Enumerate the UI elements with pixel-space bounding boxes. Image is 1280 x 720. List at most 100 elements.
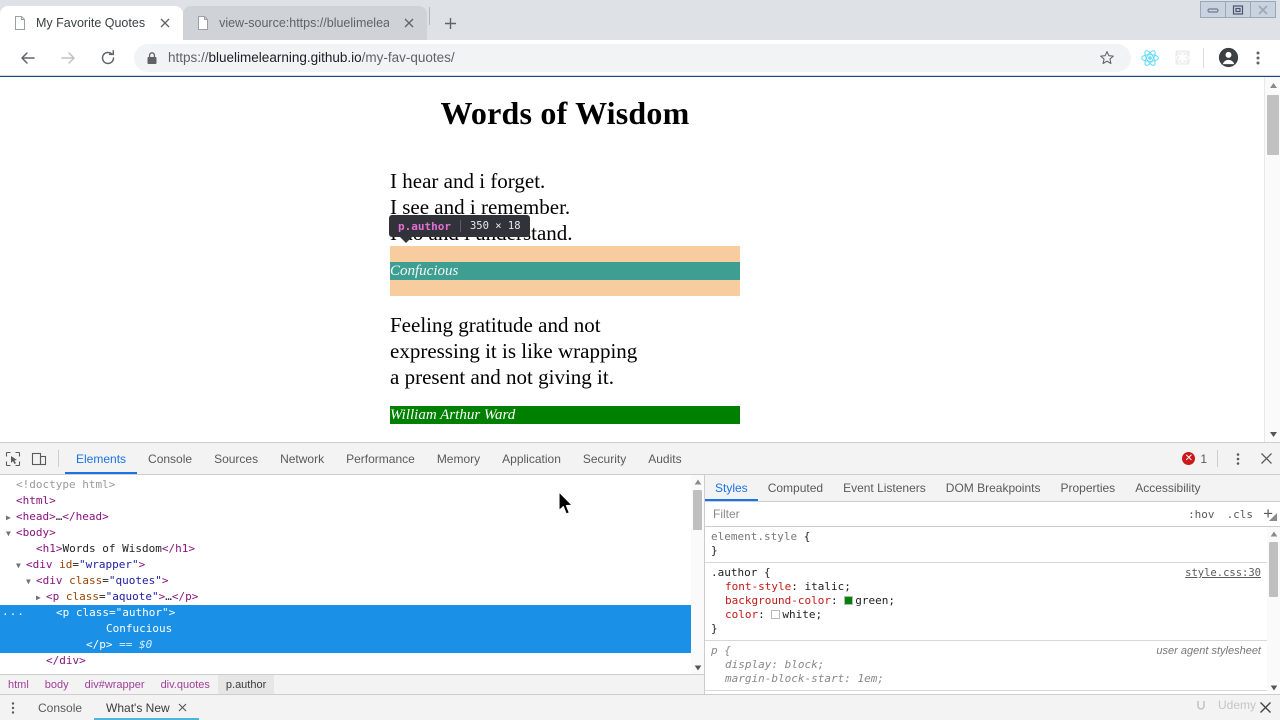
new-style-rule-button[interactable]: + [1259, 505, 1280, 524]
hov-toggle[interactable]: :hov [1182, 508, 1221, 521]
dom-node-line[interactable]: ▼ <div class="quotes"> [0, 573, 704, 589]
devtools-tab-elements[interactable]: Elements [65, 443, 138, 474]
style-property[interactable]: margin-block-start: 1em; [711, 672, 1267, 686]
drawer-tab-whats-new[interactable]: What's New [94, 695, 199, 720]
color-swatch[interactable] [844, 596, 854, 605]
drawer-kebab-menu-icon[interactable] [0, 695, 26, 720]
dom-tree-scrollbar[interactable] [691, 475, 704, 674]
style-rule[interactable]: style.css:30 .author {font-style: italic;… [705, 563, 1267, 641]
color-swatch[interactable] [771, 610, 781, 619]
breadcrumb-item[interactable]: html [0, 675, 37, 695]
expand-collapse-icon-closed[interactable]: ▶ [36, 590, 46, 606]
browser-tab-2[interactable]: view-source:https://bluelimelearn [183, 6, 428, 40]
styles-scrollbar[interactable] [1267, 527, 1280, 694]
dom-node-line[interactable]: ▶ <p class="aquote">…</p> [0, 589, 704, 605]
devtools-tab-security[interactable]: Security [572, 443, 637, 474]
style-property[interactable]: font-style: italic; [711, 580, 1267, 594]
cls-toggle[interactable]: .cls [1221, 508, 1260, 521]
forward-button[interactable] [54, 44, 82, 72]
page-scrollbar[interactable] [1264, 77, 1280, 442]
style-property[interactable]: color: white; [711, 608, 1267, 622]
window-minimize-button[interactable] [1200, 1, 1226, 18]
scroll-up-arrow-icon[interactable] [1265, 77, 1280, 93]
dom-node-line[interactable]: ▼ <body> [0, 525, 704, 541]
back-button[interactable] [14, 44, 42, 72]
react-icon[interactable] [1137, 45, 1163, 71]
breadcrumb-item[interactable]: div#wrapper [77, 675, 153, 695]
styles-rules-list[interactable]: element.style {} style.css:30 .author {fon… [705, 527, 1280, 694]
devtools-close-icon[interactable] [1252, 443, 1280, 474]
url-scheme: https:// [168, 50, 209, 65]
scroll-down-arrow-icon[interactable] [1265, 426, 1280, 442]
dom-scroll-up-icon[interactable] [691, 475, 704, 488]
address-bar[interactable]: https://bluelimelearning.github.io/my-fa… [134, 43, 1131, 72]
devtools-tab-sources[interactable]: Sources [203, 443, 269, 474]
expand-collapse-icon-open[interactable]: ▼ [6, 526, 16, 542]
styles-tab-dom-breakpoints[interactable]: DOM Breakpoints [936, 475, 1051, 501]
breadcrumb-item[interactable]: body [37, 675, 77, 695]
styles-scrollbar-thumb[interactable] [1269, 542, 1278, 597]
dom-node-line[interactable]: ▶ <head>…</head> [0, 509, 704, 525]
style-property[interactable]: background-color: green; [711, 594, 1267, 608]
browser-tab-2-close-icon[interactable] [399, 13, 419, 33]
kebab-menu-icon[interactable] [1244, 44, 1272, 72]
page-scrollbar-thumb[interactable] [1267, 95, 1279, 155]
expand-collapse-icon-open[interactable]: ▼ [16, 558, 26, 574]
avatar-icon[interactable] [1214, 44, 1242, 72]
browser-window: My Favorite Quotes view-source:https://b… [0, 0, 1280, 720]
dom-node-line[interactable]: </p> == $0 [0, 637, 704, 653]
device-toolbar-icon[interactable] [26, 443, 52, 474]
styles-tab-styles[interactable]: Styles [705, 475, 758, 501]
drawer-tab-whats-new-label: What's New [106, 700, 170, 715]
drawer-tab-console[interactable]: Console [26, 695, 94, 720]
devtools-kebab-menu-icon[interactable] [1224, 443, 1252, 474]
devtools-toolbar-separator-2 [1217, 450, 1218, 467]
devtools-tab-network[interactable]: Network [269, 443, 335, 474]
browser-tab-1-close-icon[interactable] [155, 13, 175, 33]
reload-button[interactable] [94, 44, 122, 72]
drawer-close-icon[interactable] [1250, 695, 1280, 720]
expand-collapse-icon-open[interactable]: ▼ [26, 574, 36, 590]
breadcrumb-item[interactable]: div.quotes [153, 675, 218, 695]
devtools-tab-application[interactable]: Application [491, 443, 572, 474]
styles-tab-accessibility[interactable]: Accessibility [1125, 475, 1210, 501]
error-badge[interactable]: ✕ 1 [1182, 443, 1211, 474]
devtools-tab-performance[interactable]: Performance [335, 443, 426, 474]
styles-scroll-down-icon[interactable] [1267, 681, 1280, 694]
dom-node-line[interactable]: ▼ <div id="wrapper"> [0, 557, 704, 573]
styles-filter-input[interactable] [713, 507, 1183, 521]
styles-tab-properties[interactable]: Properties [1050, 475, 1125, 501]
drawer-tab-close-icon[interactable] [178, 703, 187, 712]
dom-scroll-down-icon[interactable] [691, 661, 704, 674]
style-rule[interactable]: user agent stylesheet p {display: block; m… [705, 641, 1267, 691]
devtools-tab-audits[interactable]: Audits [637, 443, 692, 474]
dom-node-line[interactable]: <html> [0, 493, 704, 509]
browser-tab-1[interactable]: My Favorite Quotes [0, 6, 184, 40]
styles-tab-event-listeners[interactable]: Event Listeners [833, 475, 936, 501]
inspect-tooltip-divider [459, 220, 461, 232]
inspect-element-icon[interactable] [0, 443, 26, 474]
dom-node-line[interactable]: <p class="author"> ··· [0, 605, 704, 621]
breadcrumb-item[interactable]: p.author [217, 674, 275, 695]
quote-1-author-highlighted[interactable]: Confucious [390, 246, 740, 296]
style-rule-origin[interactable]: style.css:30 [1185, 566, 1261, 580]
dom-node-line[interactable]: <h1>Words of Wisdom</h1> [0, 541, 704, 557]
dom-node-line[interactable]: </div> [0, 653, 704, 669]
expand-collapse-icon-closed[interactable]: ▶ [6, 510, 16, 526]
star-icon[interactable] [1093, 44, 1121, 72]
devtools-tab-memory[interactable]: Memory [426, 443, 491, 474]
style-rule[interactable]: element.style {} [705, 527, 1267, 563]
devtools-tab-console[interactable]: Console [137, 443, 203, 474]
breadcrumb: html body div#wrapper div.quotes p.author [0, 674, 704, 695]
window-close-button[interactable] [1250, 1, 1276, 18]
window-restore-button[interactable] [1225, 1, 1251, 18]
new-tab-button[interactable] [436, 9, 464, 37]
extension-icon[interactable] [1169, 45, 1195, 71]
styles-tab-computed[interactable]: Computed [758, 475, 833, 501]
styles-scroll-up-icon[interactable] [1267, 527, 1280, 540]
dom-node-line[interactable]: <!doctype html> [0, 477, 704, 493]
dom-tree[interactable]: <!doctype html> <html> ▶ <head>…</head> ▼ <bo… [0, 475, 704, 674]
dom-scrollbar-thumb[interactable] [693, 490, 702, 530]
style-property[interactable]: display: block; [711, 658, 1267, 672]
dom-node-line[interactable]: Confucious [0, 621, 704, 637]
